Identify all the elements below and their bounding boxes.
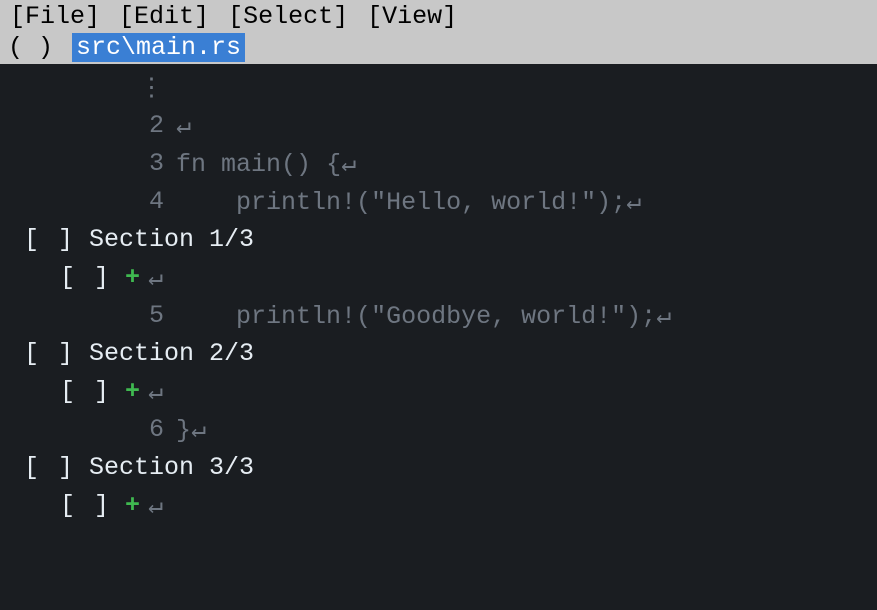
code-line[interactable]: 6 }↵ bbox=[0, 410, 877, 448]
section-insert-line[interactable]: [ ] + ↵ bbox=[0, 258, 877, 296]
plus-icon: + bbox=[125, 377, 148, 406]
menu-edit[interactable]: [Edit] bbox=[117, 2, 211, 31]
newline-icon: ↵ bbox=[148, 262, 163, 293]
token-string: "Goodbye, world!" bbox=[371, 302, 626, 331]
newline-icon: ↵ bbox=[341, 150, 356, 179]
token-brace: { bbox=[311, 150, 341, 179]
fold-ellipsis-icon[interactable]: ⋮ bbox=[0, 72, 176, 103]
line-number: 5 bbox=[0, 301, 176, 330]
token-punct: () bbox=[281, 150, 311, 179]
plus-icon: + bbox=[125, 263, 148, 292]
newline-icon: ↵ bbox=[626, 188, 641, 217]
code-line[interactable]: 5 println!("Goodbye, world!");↵ bbox=[0, 296, 877, 334]
token-macro: println! bbox=[236, 188, 356, 217]
newline-icon: ↵ bbox=[191, 416, 206, 445]
tab-title[interactable]: src\main.rs bbox=[72, 33, 245, 62]
newline-icon: ↵ bbox=[148, 490, 163, 521]
section-checkbox[interactable]: [ ] bbox=[24, 339, 89, 368]
token-macro: println! bbox=[236, 302, 356, 331]
section-label: Section 3/3 bbox=[89, 453, 254, 482]
tab-bar: ( ) src\main.rs bbox=[0, 33, 877, 64]
fold-indicator-line: ⋮ bbox=[0, 68, 877, 106]
section-header[interactable]: [ ] Section 1/3 bbox=[0, 220, 877, 258]
tab-close-button[interactable]: ( ) bbox=[8, 33, 53, 62]
section-label: Section 1/3 bbox=[89, 225, 254, 254]
code-line[interactable]: 4 println!("Hello, world!");↵ bbox=[0, 182, 877, 220]
code-line[interactable]: 2 ↵ bbox=[0, 106, 877, 144]
insert-checkbox[interactable]: [ ] bbox=[60, 263, 125, 292]
insert-checkbox[interactable]: [ ] bbox=[60, 377, 125, 406]
code-line[interactable]: 3 fn main() {↵ bbox=[0, 144, 877, 182]
token-fn-name: main bbox=[221, 150, 281, 179]
token-string: "Hello, world!" bbox=[371, 188, 596, 217]
menu-select[interactable]: [Select] bbox=[226, 2, 350, 31]
line-number: 3 bbox=[0, 149, 176, 178]
section-insert-line[interactable]: [ ] + ↵ bbox=[0, 486, 877, 524]
newline-icon: ↵ bbox=[148, 376, 163, 407]
line-number: 6 bbox=[0, 415, 176, 444]
section-checkbox[interactable]: [ ] bbox=[24, 453, 89, 482]
menu-file[interactable]: [File] bbox=[8, 2, 102, 31]
menu-view[interactable]: [View] bbox=[365, 2, 459, 31]
newline-icon: ↵ bbox=[176, 112, 191, 141]
token-brace: } bbox=[176, 416, 191, 445]
menu-bar: [File] [Edit] [Select] [View] bbox=[0, 0, 877, 33]
line-number: 4 bbox=[0, 187, 176, 216]
plus-icon: + bbox=[125, 491, 148, 520]
insert-checkbox[interactable]: [ ] bbox=[60, 491, 125, 520]
section-header[interactable]: [ ] Section 2/3 bbox=[0, 334, 877, 372]
line-number: 2 bbox=[0, 111, 176, 140]
section-label: Section 2/3 bbox=[89, 339, 254, 368]
editor-area[interactable]: ⋮ 2 ↵ 3 fn main() {↵ 4 println!("Hello, … bbox=[0, 64, 877, 528]
section-header[interactable]: [ ] Section 3/3 bbox=[0, 448, 877, 486]
section-checkbox[interactable]: [ ] bbox=[24, 225, 89, 254]
section-insert-line[interactable]: [ ] + ↵ bbox=[0, 372, 877, 410]
newline-icon: ↵ bbox=[656, 302, 671, 331]
token-keyword: fn bbox=[176, 150, 206, 179]
